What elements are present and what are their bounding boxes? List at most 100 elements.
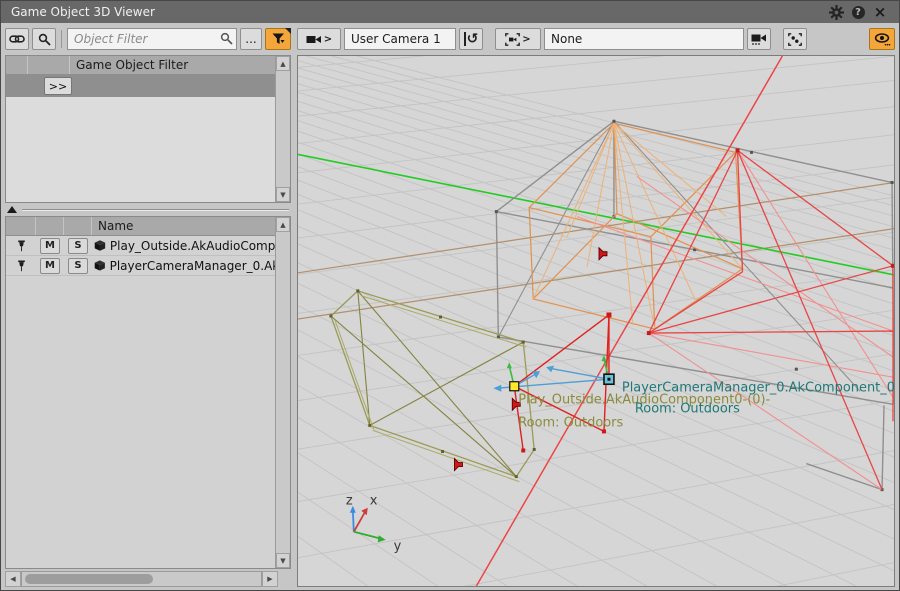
filter-table-empty-area — [6, 97, 275, 202]
game-object-cube-icon — [94, 239, 106, 252]
scrollbar-corner — [278, 571, 291, 587]
left-toolbar: ... — [5, 27, 291, 51]
link-selection-button[interactable] — [5, 28, 29, 50]
camera-options-button[interactable] — [747, 28, 771, 50]
window-title: Game Object 3D Viewer — [11, 5, 155, 19]
scroll-left-icon[interactable]: ◀ — [5, 571, 21, 587]
hscroll-thumb[interactable] — [25, 574, 153, 584]
viewport-panel: > User Camera 1 ↺ > — [297, 23, 899, 590]
gray-wireframe-box — [495, 120, 894, 491]
title-bar: Game Object 3D Viewer ? × — [1, 1, 899, 23]
viewport-labels: Play_Outside.AkAudioComponent0-(0)- Room… — [518, 380, 894, 430]
object-table-header: Name — [6, 217, 275, 236]
splitter-groove[interactable] — [22, 209, 289, 211]
frame-selection-button[interactable] — [783, 28, 807, 50]
search-icon — [220, 32, 233, 45]
viewport-toolbar: > User Camera 1 ↺ > — [297, 27, 895, 51]
listener-field[interactable]: None — [544, 28, 744, 50]
orange-wireframe-box — [529, 123, 742, 329]
filter-table-header-label: Game Object Filter — [70, 58, 275, 72]
object-name: Play_Outside.AkAudioCompon — [110, 239, 275, 253]
window-body: ... Game Object Filter — [1, 23, 899, 590]
help-icon: ? — [852, 6, 865, 19]
visibility-options-button[interactable] — [869, 28, 895, 50]
object-table-vscrollbar[interactable]: ▲ ▼ — [275, 217, 290, 568]
sound-emitter-speaker-icons — [454, 248, 606, 471]
game-object-list-panel: ... Game Object Filter — [1, 23, 293, 590]
axis-z-label: z — [346, 494, 353, 509]
close-button[interactable]: × — [869, 3, 891, 21]
toolbar-separator — [61, 30, 62, 48]
camera-name-field[interactable]: User Camera 1 — [344, 28, 456, 50]
object-table-empty-area — [6, 276, 275, 568]
filter-toggle-button[interactable] — [265, 28, 291, 50]
object-name: PlayerCameraManager_0.AkCo — [110, 259, 275, 273]
object-filter-input[interactable] — [67, 28, 237, 50]
filter-table-vscrollbar[interactable]: ▲ ▼ — [275, 56, 290, 202]
reset-camera-button[interactable]: ↺ — [459, 28, 483, 50]
pin-corner-marker — [285, 28, 291, 34]
pin-toggle[interactable] — [6, 260, 36, 272]
camera-select-button[interactable]: > — [297, 28, 341, 50]
gear-icon — [829, 5, 844, 20]
solo-button[interactable]: S — [68, 238, 88, 254]
frame-dots-icon — [788, 33, 802, 46]
object-row-player-camera[interactable]: M S PlayerCameraManager_0.AkCo — [6, 256, 275, 276]
hscroll-track[interactable] — [21, 571, 262, 587]
pin-toggle[interactable] — [6, 240, 36, 252]
filter-row-selected[interactable]: >> — [6, 75, 275, 97]
close-icon: × — [874, 5, 887, 20]
pin-icon — [15, 240, 28, 252]
settings-gear-icon[interactable] — [825, 3, 847, 21]
object-table-hscrollbar[interactable]: ◀ ▶ — [5, 571, 291, 587]
emitter-label-line2: Room: Outdoors — [518, 415, 623, 430]
chevron-right-icon: > — [324, 34, 332, 45]
game-object-filter-table: Game Object Filter >> ▲ ▼ — [5, 55, 291, 203]
name-column-header: Name — [92, 219, 275, 233]
listener-label-line1: PlayerCameraManager_0.AkComponent_0 (0 — [622, 380, 894, 395]
listener-label-line2: Room: Outdoors — [635, 401, 740, 416]
eye-icon — [874, 32, 891, 47]
scroll-up-icon[interactable]: ▲ — [276, 217, 290, 232]
axis-gizmo: z x y — [346, 494, 402, 554]
link-icon — [9, 33, 25, 45]
scroll-up-icon[interactable]: ▲ — [276, 56, 290, 71]
object-row-play-outside[interactable]: M S Play_Outside.AkAudioCompon — [6, 236, 275, 256]
frame-camera-icon — [505, 33, 520, 46]
listener-select-button[interactable]: > — [495, 28, 541, 50]
reset-icon: ↺ — [464, 32, 479, 46]
game-object-table: Name M S — [5, 216, 291, 569]
mute-button[interactable]: M — [40, 258, 60, 274]
scroll-track[interactable] — [276, 71, 290, 187]
emitter-marker — [510, 382, 519, 391]
pin-icon — [15, 260, 28, 272]
scroll-down-icon[interactable]: ▼ — [276, 553, 290, 568]
game-object-3d-viewer-window: Game Object 3D Viewer ? × — [0, 0, 900, 591]
search-icon — [38, 33, 51, 46]
expand-filter-button[interactable]: >> — [44, 77, 72, 95]
object-markers — [493, 355, 614, 392]
scroll-right-icon[interactable]: ▶ — [262, 571, 278, 587]
chevron-right-icon: > — [522, 34, 530, 45]
scroll-down-icon[interactable]: ▼ — [276, 187, 290, 202]
axis-y-label: y — [394, 539, 402, 554]
listener-value: None — [551, 32, 582, 46]
video-camera-ellipsis-icon — [751, 33, 767, 46]
funnel-icon — [272, 33, 285, 45]
video-camera-icon — [306, 34, 322, 45]
filter-table-header: Game Object Filter — [6, 56, 275, 75]
more-options-button[interactable]: ... — [240, 28, 262, 50]
axis-x-label: x — [370, 494, 378, 509]
search-button[interactable] — [32, 28, 56, 50]
game-object-cube-icon — [94, 259, 106, 272]
help-button[interactable]: ? — [847, 3, 869, 21]
3d-viewport[interactable]: z x y Play_Outside.AkAudioComponent0-(0)… — [297, 55, 895, 587]
ellipsis-label: ... — [245, 32, 256, 46]
scroll-track[interactable] — [276, 232, 290, 553]
panel-splitter[interactable] — [5, 203, 291, 216]
collapse-up-icon[interactable] — [7, 206, 17, 213]
solo-button[interactable]: S — [68, 258, 88, 274]
camera-name-value: User Camera 1 — [351, 32, 441, 46]
olive-wireframe-box — [329, 289, 535, 481]
mute-button[interactable]: M — [40, 238, 60, 254]
